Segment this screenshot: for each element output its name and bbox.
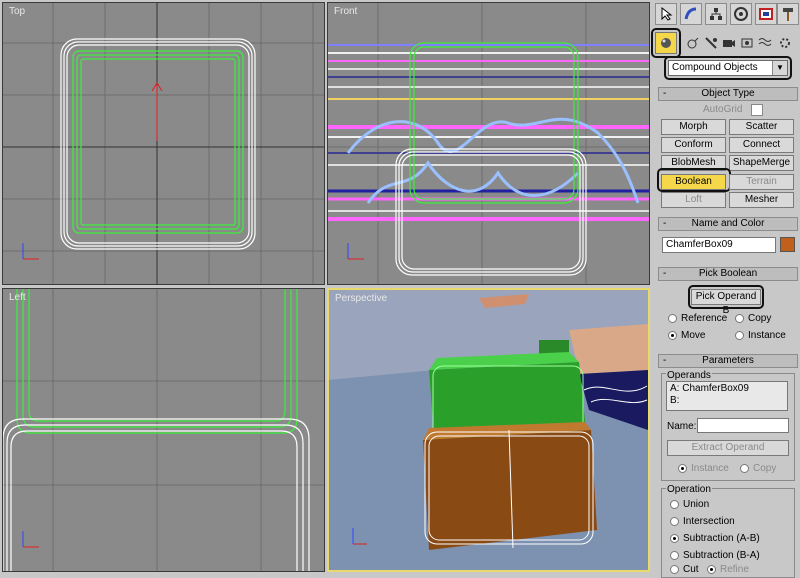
scatter-button[interactable]: Scatter	[729, 119, 794, 135]
utilities-tab-hammer-icon[interactable]	[777, 3, 799, 25]
object-type-title: Object Type	[701, 88, 755, 99]
radio-dot	[668, 331, 677, 340]
parameters-title: Parameters	[702, 355, 754, 366]
name-color-title: Name and Color	[691, 218, 765, 229]
radio-dot	[670, 534, 679, 543]
top-viewport[interactable]: Top	[2, 2, 325, 285]
operand-b-item[interactable]: B:	[670, 395, 679, 406]
move-radio[interactable]: Move	[668, 330, 705, 341]
extract-copy-radio[interactable]: Copy	[740, 463, 776, 474]
create-tab-pointer-icon[interactable]	[655, 3, 677, 25]
instance-radio[interactable]: Instance	[735, 330, 786, 341]
perspective-viewport[interactable]: Perspective	[327, 288, 650, 572]
spacewarps-icon[interactable]	[757, 35, 773, 51]
lights-icon[interactable]	[703, 35, 719, 51]
operands-list[interactable]: A: ChamferBox09 B:	[666, 381, 788, 411]
mesher-button[interactable]: Mesher	[729, 192, 794, 208]
systems-icon[interactable]	[777, 35, 793, 51]
reference-label: Reference	[681, 313, 728, 324]
display-tab-icon[interactable]	[755, 3, 777, 25]
subtraction-a-b-label: Subtraction (A-B)	[683, 533, 760, 544]
object-color-swatch[interactable]	[780, 237, 795, 252]
union-label: Union	[683, 499, 710, 510]
radio-dot	[678, 464, 687, 473]
object-type-rollout-header[interactable]: - Object Type	[658, 87, 798, 101]
operand-name-field[interactable]	[697, 418, 789, 433]
subtraction-b-a-label: Subtraction (B-A)	[683, 550, 760, 561]
radio-dot	[670, 517, 679, 526]
hierarchy-tab-icon[interactable]	[705, 3, 727, 25]
modify-tab-curve-icon[interactable]	[680, 3, 702, 25]
viewport-label[interactable]: Top	[9, 6, 25, 17]
operation-group-label: Operation	[666, 484, 712, 495]
operand-a-item[interactable]: A: ChamferBox09	[670, 383, 749, 394]
collapse-icon: -	[663, 218, 667, 229]
instance-label: Instance	[748, 330, 786, 341]
operand-name-label: Name:	[667, 421, 697, 432]
command-panel: Compound Objects ▼ - Object Type AutoGri…	[651, 0, 800, 578]
copy-radio[interactable]: Copy	[735, 313, 771, 324]
reference-radio[interactable]: Reference	[668, 313, 727, 324]
refine-label: Refine	[720, 564, 749, 575]
autogrid-checkbox[interactable]	[751, 104, 763, 116]
pick-operand-highlight-ring	[688, 285, 764, 309]
loft-button[interactable]: Loft	[661, 192, 726, 208]
pick-boolean-rollout-header[interactable]: - Pick Boolean	[658, 267, 798, 281]
cameras-icon[interactable]	[721, 35, 737, 51]
extract-copy-label: Copy	[753, 463, 777, 474]
terrain-button[interactable]: Terrain	[729, 174, 794, 190]
geometry-highlight-ring	[651, 28, 681, 58]
collapse-icon: -	[663, 268, 667, 279]
conform-button[interactable]: Conform	[661, 137, 726, 153]
collapse-icon: -	[663, 88, 667, 99]
connect-button[interactable]: Connect	[729, 137, 794, 153]
radio-dot	[740, 464, 749, 473]
perspective-viewport-scene	[329, 290, 648, 570]
helpers-icon[interactable]	[739, 35, 755, 51]
shapemerge-button[interactable]: ShapeMerge	[729, 155, 794, 171]
left-viewport[interactable]: Left	[2, 288, 325, 572]
parameters-rollout-header[interactable]: - Parameters	[658, 354, 798, 368]
subtraction-b-a-radio[interactable]: Subtraction (B-A)	[670, 550, 760, 561]
front-viewport[interactable]: Front	[327, 2, 650, 285]
viewport-label[interactable]: Front	[334, 6, 357, 17]
subtraction-a-b-radio[interactable]: Subtraction (A-B)	[670, 533, 760, 544]
autogrid-label: AutoGrid	[703, 104, 743, 115]
left-viewport-scene	[3, 289, 324, 571]
copy-label: Copy	[748, 313, 772, 324]
radio-dot	[735, 331, 744, 340]
boolean-highlight-ring	[657, 168, 731, 192]
object-name-value: ChamferBox09	[666, 239, 733, 250]
refine-radio[interactable]: Refine	[707, 564, 749, 575]
extract-operand-button[interactable]: Extract Operand	[667, 440, 789, 456]
radio-dot	[670, 551, 679, 560]
pick-boolean-title: Pick Boolean	[698, 268, 758, 279]
radio-dot	[668, 314, 677, 323]
viewport-label[interactable]: Left	[9, 292, 26, 303]
operands-group-label: Operands	[666, 370, 712, 381]
extract-instance-label: Instance	[691, 463, 729, 474]
intersection-radio[interactable]: Intersection	[670, 516, 735, 527]
cut-label: Cut	[683, 564, 699, 575]
cut-radio[interactable]: Cut	[670, 564, 699, 575]
top-viewport-grid	[3, 3, 324, 284]
extract-instance-radio[interactable]: Instance	[678, 463, 729, 474]
intersection-label: Intersection	[683, 516, 735, 527]
viewport-label[interactable]: Perspective	[335, 293, 387, 304]
morph-button[interactable]: Morph	[661, 119, 726, 135]
union-radio[interactable]: Union	[670, 499, 709, 510]
object-name-field[interactable]: ChamferBox09	[662, 237, 776, 253]
motion-tab-icon[interactable]	[730, 3, 752, 25]
radio-dot	[735, 314, 744, 323]
name-color-rollout-header[interactable]: - Name and Color	[658, 217, 798, 231]
collapse-icon: -	[663, 355, 667, 366]
move-label: Move	[681, 330, 706, 341]
front-viewport-scene	[328, 3, 649, 284]
radio-dot	[670, 500, 679, 509]
category-highlight-ring	[664, 56, 792, 80]
shapes-icon[interactable]	[685, 35, 701, 51]
